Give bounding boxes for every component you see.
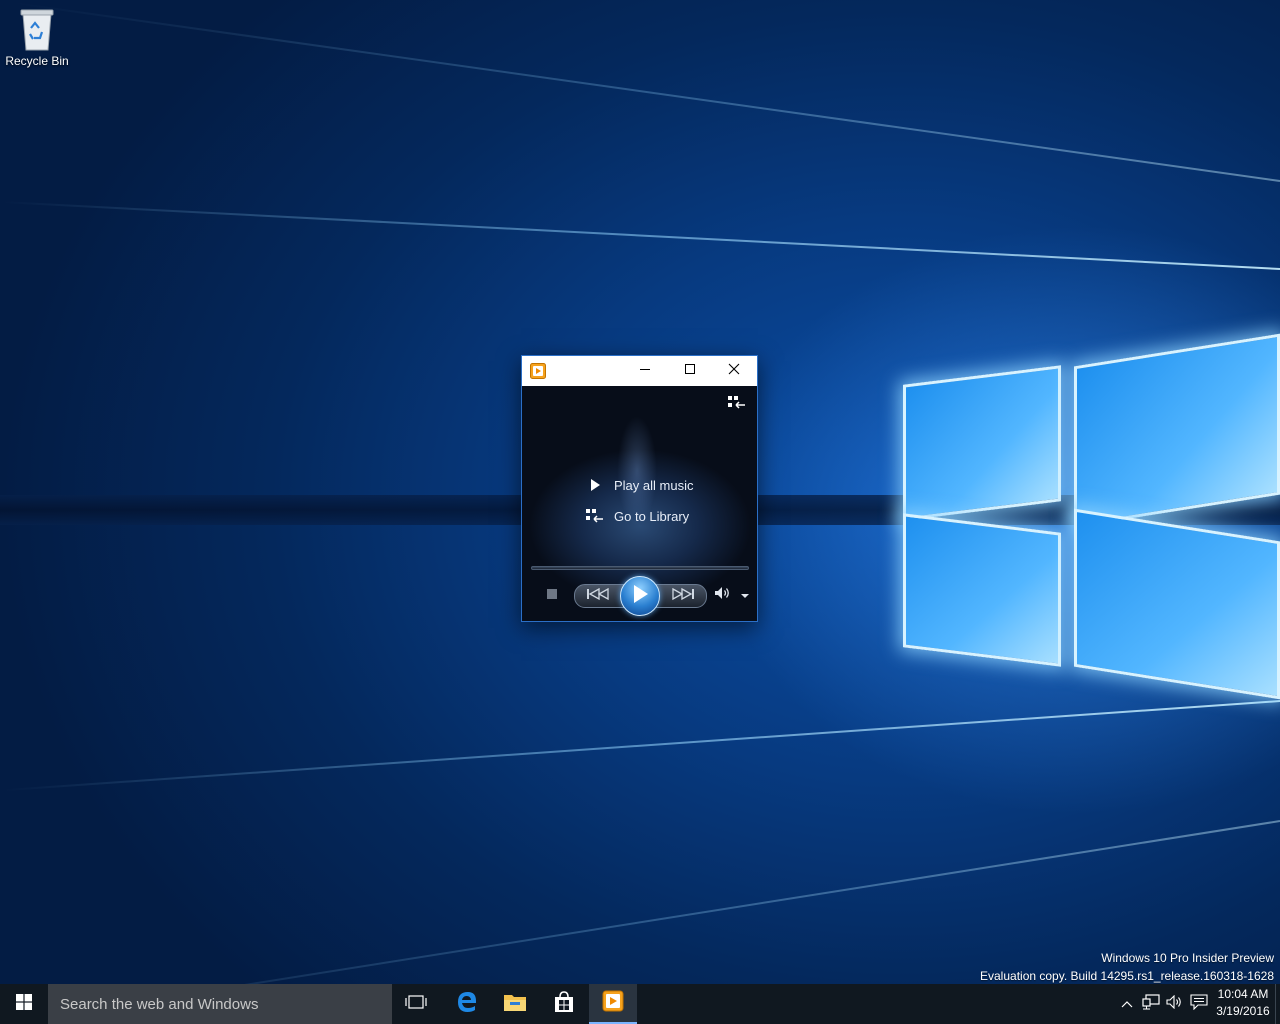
recycle-bin-shortcut[interactable]: Recycle Bin — [4, 6, 70, 68]
speaker-icon — [714, 586, 732, 605]
show-hidden-icons-button[interactable] — [1117, 984, 1137, 1024]
file-explorer-button[interactable] — [491, 984, 539, 1024]
windows-media-player-icon[interactable] — [530, 363, 546, 379]
next-button[interactable] — [668, 587, 698, 606]
volume-button[interactable] — [1164, 984, 1186, 1024]
light-beam — [1, 201, 1280, 270]
light-beam — [3, 700, 1280, 792]
title-bar[interactable] — [522, 356, 757, 386]
now-playing-area: Play all music Go to Library — [522, 386, 757, 621]
previous-icon — [585, 587, 611, 606]
start-button[interactable] — [0, 984, 48, 1024]
playback-controls — [522, 576, 757, 621]
close-icon — [728, 362, 740, 380]
watermark-build: Evaluation copy. Build 14295.rs1_release… — [980, 969, 1274, 983]
play-icon — [584, 476, 606, 494]
logo-pane — [1074, 508, 1280, 700]
play-button[interactable] — [620, 576, 660, 616]
search-placeholder: Search the web and Windows — [60, 995, 259, 1013]
minimize-icon — [639, 362, 651, 380]
mute-button[interactable] — [714, 586, 732, 605]
evaluation-watermark: Windows 10 Pro Insider Preview Evaluatio… — [980, 949, 1274, 984]
logo-pane — [903, 513, 1061, 667]
action-center-icon — [1190, 993, 1208, 1015]
file-explorer-icon — [503, 992, 527, 1017]
edge-icon — [456, 991, 478, 1018]
close-button[interactable] — [711, 356, 757, 386]
go-to-library-link[interactable]: Go to Library — [584, 505, 689, 527]
library-icon — [584, 507, 606, 525]
maximize-icon — [684, 362, 696, 380]
search-input[interactable]: Search the web and Windows — [48, 984, 392, 1024]
windows-media-player-icon — [602, 990, 624, 1017]
network-icon — [1142, 993, 1160, 1015]
go-to-library-label: Go to Library — [614, 508, 690, 524]
switch-to-library-button[interactable] — [727, 394, 747, 412]
stop-icon — [546, 587, 558, 605]
network-button[interactable] — [1140, 984, 1162, 1024]
clock[interactable]: 10:04 AM 3/19/2016 — [1211, 986, 1275, 1020]
switch-to-library-icon — [727, 396, 747, 416]
logo-pane — [1074, 333, 1280, 528]
clock-date: 3/19/2016 — [1216, 1004, 1270, 1018]
minimize-button[interactable] — [622, 356, 668, 386]
store-button[interactable] — [540, 984, 588, 1024]
watermark-edition: Windows 10 Pro Insider Preview — [1101, 951, 1274, 965]
logo-pane — [903, 365, 1061, 521]
store-icon — [553, 990, 575, 1018]
windows-logo-icon — [16, 993, 32, 1015]
media-player-window[interactable]: Play all music Go to Library — [521, 355, 758, 622]
media-player-taskbar-button[interactable] — [589, 984, 637, 1024]
next-icon — [670, 587, 696, 606]
chevron-up-icon — [1121, 995, 1133, 1013]
show-desktop-button[interactable] — [1275, 984, 1280, 1024]
taskbar: Search the web and Windows 10:04 AM 3/19… — [0, 984, 1280, 1024]
volume-icon — [1166, 994, 1184, 1014]
previous-button[interactable] — [583, 587, 613, 606]
light-beam — [12, 1, 1280, 182]
recycle-bin-label: Recycle Bin — [5, 54, 69, 68]
clock-time: 10:04 AM — [1217, 987, 1269, 1001]
edge-button[interactable] — [443, 984, 491, 1024]
chevron-down-icon — [740, 586, 750, 604]
play-all-music-label: Play all music — [614, 477, 694, 493]
task-view-icon — [405, 994, 427, 1015]
desktop: Recycle Bin Windows 10 Pro Insider Previ… — [0, 0, 1280, 984]
action-center-button[interactable] — [1188, 984, 1210, 1024]
seek-bar[interactable] — [531, 566, 749, 570]
task-view-button[interactable] — [392, 984, 440, 1024]
play-all-music-link[interactable]: Play all music — [584, 474, 693, 496]
volume-menu-button[interactable] — [738, 589, 752, 601]
play-icon — [631, 584, 649, 609]
maximize-button[interactable] — [667, 356, 713, 386]
recycle-bin-icon — [17, 6, 57, 52]
stop-button[interactable] — [546, 589, 558, 603]
